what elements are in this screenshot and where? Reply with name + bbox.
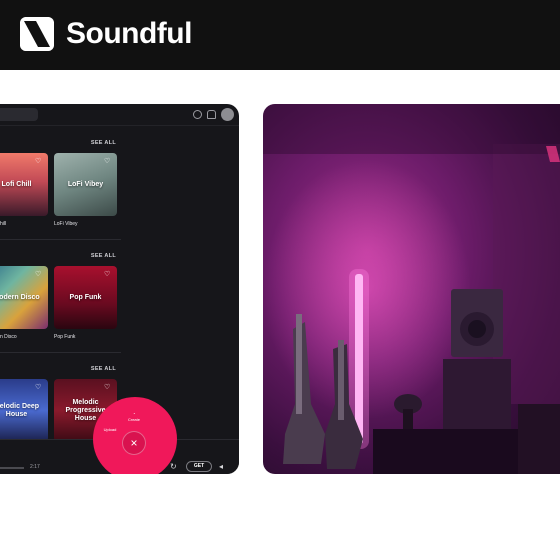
site-header: Soundful xyxy=(0,0,560,70)
see-all-link[interactable]: SEE ALL xyxy=(91,253,116,259)
music-studio-image xyxy=(263,104,560,474)
section-divider xyxy=(0,352,121,353)
brand-name: Soundful xyxy=(66,17,192,50)
search-input[interactable] xyxy=(0,108,38,121)
heart-icon[interactable]: ♡ xyxy=(104,158,112,166)
track-card[interactable]: Pop Funk ♡ xyxy=(54,266,117,329)
progress-bar[interactable] xyxy=(0,467,24,469)
volume-icon[interactable]: ◂ xyxy=(219,463,227,471)
heart-icon[interactable]: ♡ xyxy=(104,384,112,392)
get-button[interactable]: GET xyxy=(186,461,212,472)
heart-icon[interactable]: ♡ xyxy=(35,158,43,166)
card-caption: hill xyxy=(0,221,7,227)
card-caption: LoFi Vibey xyxy=(54,221,78,227)
see-all-link[interactable]: SEE ALL xyxy=(91,140,116,146)
brand-logo[interactable]: Soundful xyxy=(20,17,192,51)
fab-create-label[interactable]: Create xyxy=(122,417,146,422)
see-all-link[interactable]: SEE ALL xyxy=(91,366,116,372)
page: Soundful SEE ALL Lofi Chill ♡ LoFi Vibey… xyxy=(0,0,560,560)
track-card[interactable]: Melodic Deep House ♡ xyxy=(0,379,48,442)
track-card[interactable]: Modern Disco ♡ xyxy=(0,266,48,329)
heart-icon[interactable]: ♡ xyxy=(35,271,43,279)
card-caption: n Disco xyxy=(0,334,17,340)
avatar[interactable] xyxy=(221,108,234,121)
studio-scene xyxy=(263,104,560,474)
app-preview-panel: SEE ALL Lofi Chill ♡ LoFi Vibey ♡ hill L… xyxy=(0,104,239,474)
fab-upload-label[interactable]: Upload xyxy=(98,427,122,432)
card-title: Melodic Deep House xyxy=(0,402,40,418)
card-title: Lofi Chill xyxy=(1,180,32,188)
card-title: Modern Disco xyxy=(0,293,40,301)
repeat-icon[interactable]: ↻ xyxy=(170,463,178,471)
app-top-bar xyxy=(0,104,239,126)
time-label: 2:17 xyxy=(30,464,40,470)
card-title: Pop Funk xyxy=(69,293,102,301)
heart-icon[interactable]: ♡ xyxy=(35,384,43,392)
track-card[interactable]: LoFi Vibey ♡ xyxy=(54,153,117,216)
card-caption: Pop Funk xyxy=(54,334,76,340)
close-button[interactable]: × xyxy=(122,431,146,455)
heart-icon[interactable]: ♡ xyxy=(104,271,112,279)
help-icon[interactable] xyxy=(193,110,202,119)
track-card[interactable]: Lofi Chill ♡ xyxy=(0,153,48,216)
card-title: LoFi Vibey xyxy=(67,180,104,188)
soundful-s-logo-icon xyxy=(20,17,54,51)
create-icon[interactable]: ◔ xyxy=(126,411,142,416)
section-divider xyxy=(0,239,121,240)
bell-icon[interactable] xyxy=(207,110,216,119)
